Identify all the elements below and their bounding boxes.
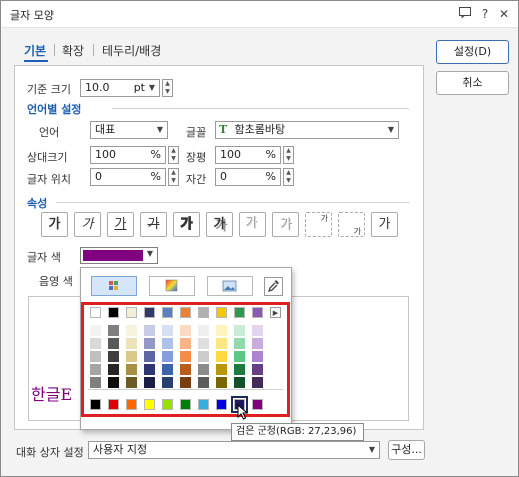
close-icon[interactable]: ✕ bbox=[495, 5, 513, 23]
font-label: 글꼴 bbox=[186, 126, 207, 139]
tab-separator bbox=[93, 44, 94, 56]
width-ratio-stepper[interactable]: ▲ ▼ bbox=[283, 146, 294, 164]
italic-button[interactable]: 가 bbox=[74, 212, 101, 237]
font-value: 함초롬바탕 bbox=[234, 123, 286, 136]
percent-unit: % bbox=[150, 148, 161, 161]
font-select[interactable]: T 함초롬바탕 ▼ bbox=[215, 121, 399, 139]
section-divider bbox=[112, 108, 409, 109]
preview-text: 한글E bbox=[31, 385, 73, 404]
configure-button[interactable]: 구성... bbox=[388, 440, 425, 460]
lang-section-title: 언어별 설정 bbox=[27, 103, 82, 116]
palette-divider bbox=[88, 389, 283, 390]
text-color-label: 글자 색 bbox=[27, 251, 61, 264]
tab-border-background[interactable]: 테두리/배경 bbox=[102, 42, 161, 59]
relative-size-stepper[interactable]: ▲ ▼ bbox=[168, 146, 179, 164]
spacing-input[interactable]: 0 % bbox=[215, 168, 281, 186]
base-size-input[interactable]: 10.0 pt ▼ bbox=[80, 79, 160, 97]
width-ratio-value: 100 bbox=[220, 148, 241, 161]
bold-button[interactable]: 가 bbox=[41, 212, 68, 237]
normal-button[interactable]: 가 bbox=[371, 212, 398, 237]
underline-button[interactable]: 가 bbox=[107, 212, 134, 237]
tab-separator bbox=[54, 44, 55, 56]
spacing-label: 자간 bbox=[186, 173, 207, 186]
shadow-button[interactable]: 가 bbox=[206, 212, 233, 237]
language-select[interactable]: 대표 ▼ bbox=[90, 121, 168, 139]
chevron-down-icon[interactable]: ▼ bbox=[147, 249, 153, 258]
chevron-down-icon[interactable]: ▼ bbox=[157, 122, 163, 138]
language-label: 언어 bbox=[39, 126, 60, 139]
outline-button[interactable]: 가 bbox=[173, 212, 200, 237]
language-value: 대표 bbox=[95, 123, 116, 136]
mouse-cursor-icon bbox=[237, 403, 251, 420]
width-ratio-label: 장평 bbox=[186, 151, 207, 164]
rgb-colors-tab[interactable] bbox=[149, 276, 195, 296]
text-color-picker[interactable]: ▼ bbox=[80, 247, 158, 264]
eyedropper-icon[interactable] bbox=[264, 277, 283, 296]
cancel-button[interactable]: 취소 bbox=[436, 71, 509, 95]
base-size-unit: pt bbox=[133, 81, 145, 94]
attr-section-title: 속성 bbox=[27, 197, 48, 210]
rgb-colors-icon bbox=[165, 279, 178, 292]
base-size-stepper[interactable]: ▲ ▼ bbox=[162, 79, 173, 97]
title-bar bbox=[1, 1, 518, 28]
shade-color-label: 음영 색 bbox=[39, 275, 73, 288]
strikethrough-button[interactable]: 가 bbox=[140, 212, 167, 237]
percent-unit: % bbox=[150, 170, 161, 183]
dialog-setting-select[interactable]: 사용자 지정 ▼ bbox=[88, 441, 380, 459]
superscript-button[interactable]: 가 bbox=[305, 212, 332, 237]
ok-button[interactable]: 설정(D) bbox=[436, 40, 509, 64]
percent-unit: % bbox=[265, 148, 276, 161]
chevron-down-icon[interactable]: ▼ bbox=[369, 442, 375, 458]
char-position-label: 글자 위치 bbox=[27, 173, 71, 186]
color-tooltip: 검은 군청(RGB: 27,23,96) bbox=[231, 423, 364, 441]
relative-size-label: 상대크기 bbox=[27, 151, 68, 164]
engrave-button[interactable]: 가 bbox=[272, 212, 299, 237]
dialog-setting-value: 사용자 지정 bbox=[93, 443, 148, 456]
spacing-value: 0 bbox=[220, 170, 227, 183]
relative-size-input[interactable]: 100 % bbox=[90, 146, 166, 164]
width-ratio-input[interactable]: 100 % bbox=[215, 146, 281, 164]
base-size-label: 기준 크기 bbox=[27, 83, 71, 96]
help-icon[interactable]: ? bbox=[476, 5, 494, 23]
subscript-button[interactable]: 가 bbox=[338, 212, 365, 237]
base-size-value: 10.0 bbox=[85, 81, 110, 94]
image-colors-tab[interactable] bbox=[207, 276, 253, 296]
tab-extend[interactable]: 확장 bbox=[62, 42, 84, 59]
text-color-swatch bbox=[83, 250, 143, 261]
theme-colors-icon bbox=[109, 281, 118, 290]
more-colors-arrow-icon[interactable]: ▶ bbox=[270, 307, 281, 318]
window-title: 글자 모양 bbox=[10, 9, 54, 22]
image-icon bbox=[222, 280, 237, 292]
theme-colors-tab[interactable] bbox=[91, 276, 137, 296]
relative-size-value: 100 bbox=[95, 148, 116, 161]
chevron-down-icon[interactable]: ▼ bbox=[149, 80, 155, 96]
chevron-down-icon[interactable]: ▼ bbox=[388, 122, 394, 138]
char-position-stepper[interactable]: ▲ ▼ bbox=[168, 168, 179, 186]
dialog-setting-label: 대화 상자 설정 bbox=[16, 446, 84, 459]
section-divider bbox=[56, 202, 409, 203]
percent-unit: % bbox=[265, 170, 276, 183]
tab-basic[interactable]: 기본 bbox=[24, 42, 46, 59]
char-position-input[interactable]: 0 % bbox=[90, 168, 166, 186]
emboss-button[interactable]: 가 bbox=[239, 212, 266, 237]
spacing-stepper[interactable]: ▲ ▼ bbox=[283, 168, 294, 186]
truetype-icon: T bbox=[219, 123, 228, 136]
palette-highlight-box bbox=[81, 302, 290, 417]
active-tab-indicator bbox=[24, 60, 48, 62]
char-position-value: 0 bbox=[95, 170, 102, 183]
chat-icon[interactable] bbox=[456, 5, 474, 23]
